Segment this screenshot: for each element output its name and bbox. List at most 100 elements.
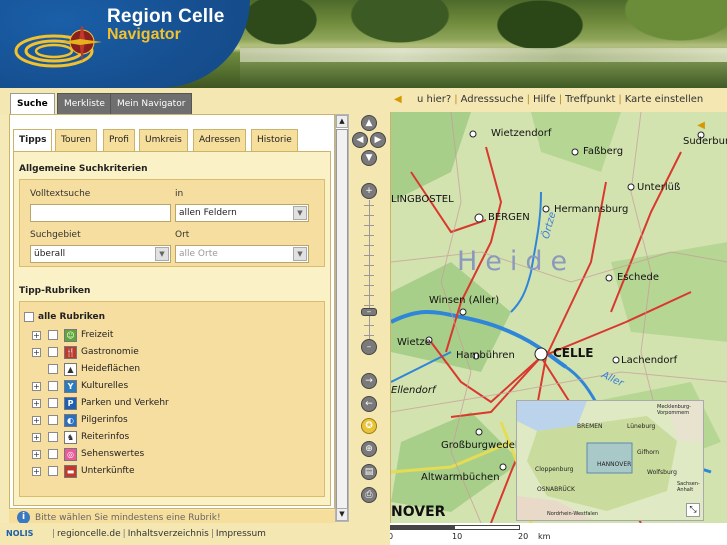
header-banner: Region Celle Navigator <box>0 0 727 88</box>
rubrics-title: Tipp-Rubriken <box>19 286 91 296</box>
rubric-checkbox[interactable] <box>48 364 58 374</box>
rubric-label: Sehenswertes <box>81 449 145 459</box>
tab-tipps[interactable]: Tipps <box>13 129 53 152</box>
map-toolbar: ◀ u hier? | Adresssuche | Hilfe | Treffpunkt | K… <box>390 88 727 112</box>
pan-left-icon[interactable]: ◀ <box>352 132 368 148</box>
panel-scrollbar[interactable]: ▲ ▼ <box>335 114 349 522</box>
all-rubrics-checkbox[interactable] <box>24 312 34 322</box>
tab-suche[interactable]: Suche <box>10 93 55 115</box>
toolbar-meeting-point-link[interactable]: Treffpunkt <box>562 94 618 105</box>
zoom-tick <box>364 275 374 276</box>
rubric-checkbox[interactable] <box>48 432 58 442</box>
toolbar-map-settings-link[interactable]: Karte einstellen <box>622 94 706 105</box>
collapse-map-icon[interactable]: ◀ <box>697 120 705 131</box>
tab-touren[interactable]: Touren <box>55 129 97 151</box>
app-title: Region Celle <box>107 6 225 27</box>
pan-right-icon[interactable]: ▶ <box>370 132 386 148</box>
rubric-checkbox[interactable] <box>48 398 58 408</box>
scroll-up-icon[interactable]: ▲ <box>336 115 348 128</box>
expand-plus-icon[interactable]: + <box>32 416 41 425</box>
collapse-left-icon[interactable]: ◀ <box>394 94 404 106</box>
map-place-unterluess: Unterlüß <box>637 182 681 193</box>
horse-icon: ♞ <box>64 431 77 444</box>
zoom-slider-handle[interactable]: – <box>361 308 377 317</box>
rubric-checkbox[interactable] <box>48 449 58 459</box>
minimap-place-wolfsburg: Wolfsburg <box>647 469 677 476</box>
printer-icon[interactable]: ⎙ <box>361 487 377 503</box>
rubric-checkbox[interactable] <box>48 330 58 340</box>
tab-mein-navigator[interactable]: Mein Navigator <box>110 93 193 115</box>
rubric-label: Gastronomie <box>81 347 139 357</box>
map-place-fallingbostel: LINGBOSTEL <box>391 194 454 205</box>
expand-plus-icon[interactable]: + <box>32 331 41 340</box>
pan-down-icon[interactable]: ▼ <box>361 150 377 166</box>
expand-plus-icon[interactable]: + <box>32 348 41 357</box>
scale-unit: km <box>538 532 551 541</box>
footer-link-index[interactable]: Inhaltsverzeichnis <box>128 529 209 539</box>
tab-merkliste[interactable]: Merkliste <box>57 93 112 115</box>
expand-plus-icon[interactable]: + <box>32 450 41 459</box>
print-map-icon[interactable]: ▤ <box>361 464 377 480</box>
logo-panel: Region Celle Navigator <box>0 0 250 88</box>
expand-plus-icon[interactable]: + <box>32 382 41 391</box>
zoom-tick <box>364 265 374 266</box>
zoom-tick <box>364 305 374 306</box>
expand-plus-icon[interactable]: + <box>32 467 41 476</box>
minimap-place-bremen: BREMEN <box>577 423 603 430</box>
zoom-track[interactable] <box>369 200 370 340</box>
zoom-tick <box>364 285 374 286</box>
minimap-place-lueneburg: Lüneburg <box>627 423 656 430</box>
back-icon[interactable]: ← <box>361 396 377 412</box>
rubric-checkbox[interactable] <box>48 347 58 357</box>
toolbar-address-search-link[interactable]: Adresssuche <box>458 94 527 105</box>
zoom-in-icon[interactable]: + <box>361 183 377 199</box>
scroll-thumb[interactable] <box>336 129 348 509</box>
toolbar-help-link[interactable]: Hilfe <box>530 94 559 105</box>
tab-umkreis[interactable]: Umkreis <box>139 129 188 151</box>
scroll-down-icon[interactable]: ▼ <box>336 508 348 521</box>
tab-profi[interactable]: Profi <box>103 129 135 151</box>
map-region-label: Heide <box>457 246 576 277</box>
map-place-ellendorf: Ellendorf <box>391 385 436 396</box>
map-place-altwarmbuechen: Altwarmbüchen <box>421 472 500 483</box>
tab-historie[interactable]: Historie <box>251 129 298 151</box>
toolbar-where-am-i-link[interactable]: u hier? <box>414 94 454 105</box>
scale-label-20: 20 <box>518 532 529 541</box>
place-select[interactable]: alle Orte ▼ <box>175 245 309 263</box>
footer-link-imprint[interactable]: Impressum <box>216 529 266 539</box>
footer-link-regioncelle[interactable]: regioncelle.de <box>57 529 121 539</box>
zoom-tick <box>364 245 374 246</box>
search-field-select[interactable]: allen Feldern ▼ <box>175 204 309 222</box>
leisure-icon: ☺ <box>64 329 77 342</box>
search-field-value: allen Feldern <box>179 208 237 218</box>
search-area-value: überall <box>34 249 66 259</box>
nolis-logo[interactable]: NOLIS <box>6 523 33 545</box>
forward-icon[interactable]: → <box>361 373 377 389</box>
minimap-resize-icon[interactable]: ⤡ <box>686 503 700 517</box>
zoom-out-icon[interactable]: – <box>361 339 377 355</box>
rubric-label: Kulturelles <box>81 381 129 391</box>
rubric-label: Freizeit <box>81 330 114 340</box>
all-rubrics-label: alle Rubriken <box>38 312 106 322</box>
fulltext-input[interactable] <box>30 204 171 222</box>
tab-adressen[interactable]: Adressen <box>193 129 247 151</box>
tool-icon[interactable]: ⊕ <box>361 441 377 457</box>
expand-plus-icon[interactable]: + <box>32 433 41 442</box>
zoom-tick <box>364 235 374 236</box>
locate-icon[interactable]: ✪ <box>361 418 377 434</box>
minimap-place-gifhorn: Gifhorn <box>637 449 660 456</box>
dropdown-arrow-icon: ▼ <box>293 247 307 261</box>
lodging-icon: ▬ <box>64 465 77 478</box>
rubric-label: Reiterinfos <box>81 432 130 442</box>
hint-text: Bitte wählen Sie mindestens eine Rubrik! <box>35 513 221 523</box>
expand-plus-icon[interactable]: + <box>32 399 41 408</box>
pan-up-icon[interactable]: ▲ <box>361 115 377 131</box>
zoom-tick <box>364 335 374 336</box>
map-place-winsen: Winsen (Aller) <box>429 295 500 306</box>
rubric-checkbox[interactable] <box>48 466 58 476</box>
search-area-select[interactable]: überall ▼ <box>30 245 171 263</box>
map-place-fassberg: Faßberg <box>583 146 624 157</box>
overview-minimap[interactable]: BREMEN Lüneburg Gifhorn HANNOVER Sachsen… <box>516 400 704 521</box>
rubric-checkbox[interactable] <box>48 415 58 425</box>
rubric-checkbox[interactable] <box>48 381 58 391</box>
